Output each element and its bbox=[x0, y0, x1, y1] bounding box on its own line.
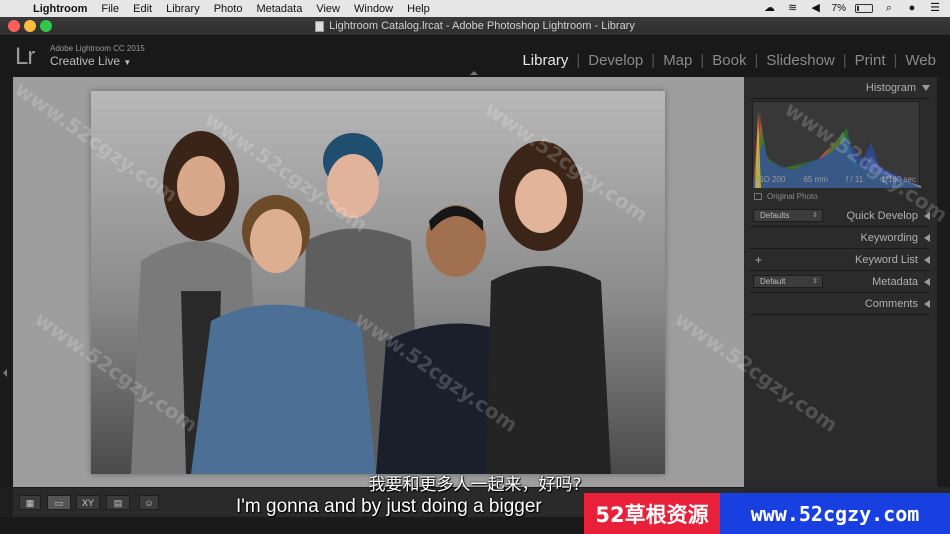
comments-header[interactable]: Comments bbox=[749, 293, 930, 315]
module-web[interactable]: Web bbox=[899, 52, 942, 69]
product-version: Adobe Lightroom CC 2015 bbox=[50, 44, 145, 53]
survey-view-button[interactable]: ▤ bbox=[106, 495, 130, 510]
search-icon[interactable]: ⌕ bbox=[882, 3, 896, 14]
menu-file[interactable]: File bbox=[94, 3, 126, 15]
catalog-name[interactable]: Creative Live ▼ bbox=[50, 54, 131, 68]
mac-menu-bar: Lightroom File Edit Library Photo Metada… bbox=[0, 0, 950, 17]
menu-metadata[interactable]: Metadata bbox=[249, 3, 309, 15]
metadata-header[interactable]: Default ⇕ Metadata bbox=[749, 271, 930, 293]
identity-plate-bar: Lr Adobe Lightroom CC 2015 Creative Live… bbox=[0, 35, 950, 77]
loupe-view-button[interactable]: ▭ bbox=[47, 495, 71, 510]
metadata-preset-value: Default bbox=[760, 277, 786, 286]
original-photo-checkbox[interactable] bbox=[754, 193, 762, 200]
right-panel-edge[interactable] bbox=[937, 77, 950, 487]
iso-value: ISO 200 bbox=[756, 175, 786, 184]
original-photo-label: Original Photo bbox=[767, 192, 818, 201]
subtitle-english: I'm gonna and by just doing a bigger bbox=[236, 496, 542, 517]
lightroom-logo: Lr bbox=[15, 43, 35, 70]
menu-photo[interactable]: Photo bbox=[207, 3, 250, 15]
keyword-list-title: Keyword List bbox=[855, 253, 918, 266]
battery-icon[interactable] bbox=[855, 4, 873, 13]
menu-window[interactable]: Window bbox=[347, 3, 400, 15]
close-window-button[interactable] bbox=[8, 20, 20, 32]
module-map[interactable]: Map bbox=[657, 52, 698, 69]
saved-preset-select[interactable]: Defaults ⇕ bbox=[753, 209, 823, 222]
expand-triangle-icon[interactable] bbox=[924, 299, 930, 308]
left-panel-collapsed[interactable] bbox=[0, 77, 13, 487]
creative-cloud-icon[interactable]: ☁ bbox=[763, 3, 777, 14]
module-picker: Library | Develop | Map | Book | Slideshow | … bbox=[516, 52, 942, 69]
stepper-icon: ⇕ bbox=[812, 278, 818, 285]
quick-develop-header[interactable]: Defaults ⇕ Quick Develop bbox=[749, 205, 930, 227]
subtitle-chinese: 我要和更多人一起来，好吗? bbox=[368, 475, 582, 495]
keywording-header[interactable]: Keywording bbox=[749, 227, 930, 249]
catalog-name-label: Creative Live bbox=[50, 54, 121, 68]
loupe-icon: ▭ bbox=[54, 498, 64, 508]
top-panel-toggle-icon[interactable] bbox=[470, 71, 478, 75]
watermark-brand-left: 52草根资源 bbox=[584, 493, 720, 534]
stepper-icon: ⇕ bbox=[812, 212, 818, 219]
focal-length: 65 mm bbox=[803, 175, 828, 184]
grid-icon: ▦ bbox=[25, 498, 35, 508]
survey-icon: ▤ bbox=[113, 498, 123, 508]
keywording-title: Keywording bbox=[860, 231, 918, 244]
volume-icon[interactable]: ◀ bbox=[809, 3, 823, 14]
keyword-list-header[interactable]: + Keyword List bbox=[749, 249, 930, 271]
grid-view-button[interactable]: ▦ bbox=[19, 495, 41, 510]
expand-triangle-icon[interactable] bbox=[924, 255, 930, 264]
watermark-brand-right: www.52cgzy.com bbox=[720, 493, 950, 534]
metadata-preset-select[interactable]: Default ⇕ bbox=[753, 275, 823, 288]
people-icon: ☺ bbox=[144, 498, 154, 508]
battery-percent: 7% bbox=[831, 3, 846, 14]
window-title-bar: Lightroom Catalog.lrcat - Adobe Photosho… bbox=[0, 17, 950, 35]
window-title: Lightroom Catalog.lrcat - Adobe Photosho… bbox=[329, 20, 635, 32]
left-panel-toggle-icon[interactable] bbox=[3, 369, 7, 377]
minimize-window-button[interactable] bbox=[24, 20, 36, 32]
zoom-window-button[interactable] bbox=[40, 20, 52, 32]
metadata-title: Metadata bbox=[872, 275, 918, 288]
add-keyword-icon[interactable]: + bbox=[755, 253, 762, 267]
histogram-header[interactable]: Histogram bbox=[749, 77, 930, 99]
notification-center-icon[interactable]: ☰ bbox=[928, 3, 942, 14]
comments-title: Comments bbox=[864, 297, 918, 310]
compare-view-button[interactable]: XY bbox=[76, 495, 100, 510]
chevron-down-icon: ▼ bbox=[123, 58, 132, 67]
module-print[interactable]: Print bbox=[849, 52, 892, 69]
histogram-title: Histogram bbox=[865, 81, 916, 94]
people-view-button[interactable]: ☺ bbox=[139, 495, 159, 510]
collapse-triangle-icon[interactable] bbox=[922, 84, 930, 91]
module-develop[interactable]: Develop bbox=[582, 52, 649, 69]
menu-help[interactable]: Help bbox=[400, 3, 437, 15]
module-slideshow[interactable]: Slideshow bbox=[760, 52, 840, 69]
wifi-icon[interactable]: ≋ bbox=[786, 3, 800, 14]
menu-library[interactable]: Library bbox=[159, 3, 207, 15]
document-icon bbox=[315, 20, 325, 32]
module-library[interactable]: Library bbox=[516, 52, 574, 69]
menu-view[interactable]: View bbox=[309, 3, 347, 15]
compare-icon: XY bbox=[81, 498, 94, 508]
original-photo-toggle[interactable]: Original Photo bbox=[754, 192, 818, 201]
user-avatar-icon[interactable]: ● bbox=[905, 3, 919, 14]
module-book[interactable]: Book bbox=[706, 52, 752, 69]
expand-triangle-icon[interactable] bbox=[924, 233, 930, 242]
loupe-canvas[interactable] bbox=[13, 77, 744, 487]
quick-develop-title: Quick Develop bbox=[846, 209, 918, 222]
saved-preset-value: Defaults bbox=[760, 211, 790, 220]
expand-triangle-icon[interactable] bbox=[924, 277, 930, 286]
menu-lightroom[interactable]: Lightroom bbox=[26, 3, 94, 15]
menu-edit[interactable]: Edit bbox=[126, 3, 159, 15]
aperture-value: f / 11 bbox=[846, 175, 864, 184]
